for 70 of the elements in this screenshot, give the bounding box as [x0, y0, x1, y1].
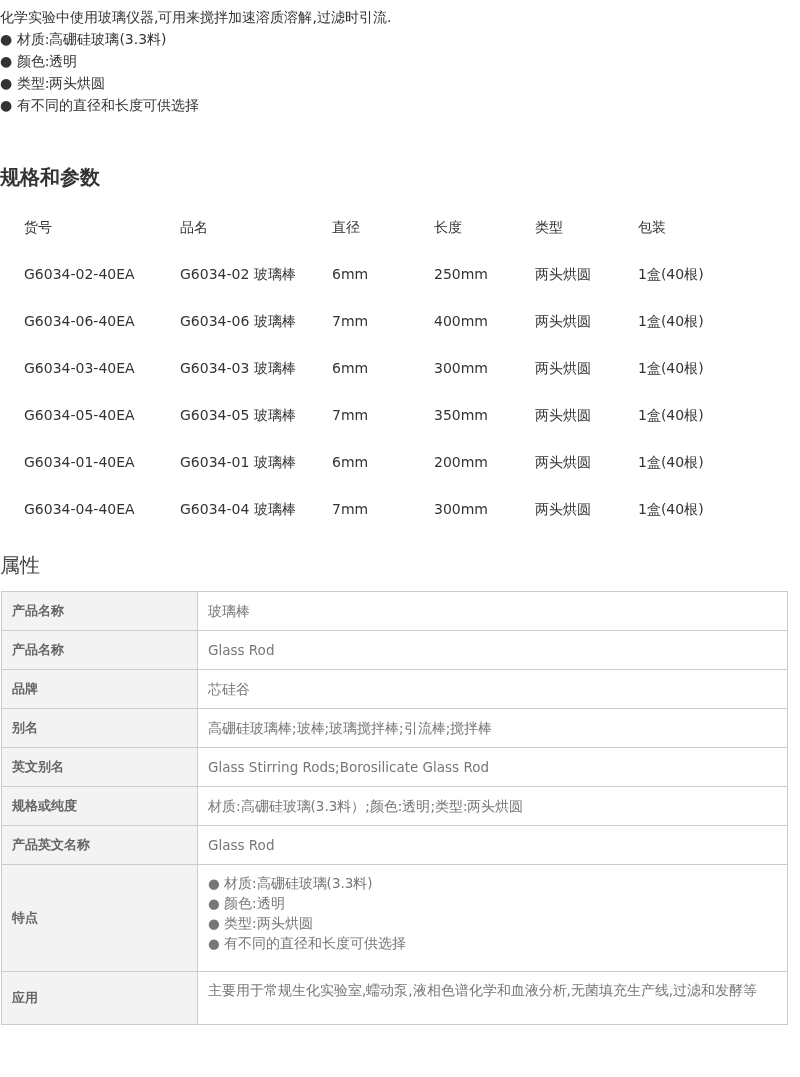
column-header: 直径	[332, 219, 360, 235]
row-label: 英文别名	[2, 748, 198, 787]
table-cell: 芯硅谷	[198, 670, 788, 709]
table-cell: G6034-01-40EA	[24, 454, 135, 470]
row-label: 品牌	[2, 670, 198, 709]
column-header: 包装	[638, 219, 666, 235]
table-cell: Glass Rod	[198, 826, 788, 865]
table-cell: 两头烘圆	[535, 360, 591, 376]
table-cell: 1盒(40根)	[638, 454, 704, 470]
table-cell: G6034-04-40EA	[24, 501, 135, 517]
table-cell: 300mm	[434, 360, 488, 376]
table-cell: G6034-02-40EA	[24, 266, 135, 282]
table-cell: 1盒(40根)	[638, 501, 704, 517]
column-header: 货号	[24, 219, 52, 235]
table-cell: 两头烘圆	[535, 313, 591, 329]
table-cell: G6034-02 玻璃棒	[180, 266, 296, 282]
table-cell: 300mm	[434, 501, 488, 517]
row-label: 产品名称	[2, 592, 198, 631]
table-cell: 7mm	[332, 313, 369, 329]
column-header: 长度	[434, 219, 462, 235]
column-header: 类型	[535, 219, 563, 235]
table-cell: 1盒(40根)	[638, 313, 704, 329]
row-label: 产品名称	[2, 631, 198, 670]
row-label: 规格或纯度	[2, 787, 198, 826]
table-cell: 两头烘圆	[535, 407, 591, 423]
feature-item: ● 有不同的直径和长度可供选择	[208, 934, 408, 953]
table-cell: 玻璃棒	[198, 592, 788, 631]
table-cell: G6034-03 玻璃棒	[180, 360, 296, 376]
table-cell: 材质:高硼硅玻璃(3.3料）;颜色:透明;类型:两头烘圆	[198, 787, 788, 826]
table-cell: 两头烘圆	[535, 501, 591, 517]
table-cell: G6034-06 玻璃棒	[180, 313, 296, 329]
section-heading: 规格和参数	[0, 164, 101, 191]
table-cell: G6034-06-40EA	[24, 313, 135, 329]
row-label: 别名	[2, 709, 198, 748]
table-cell: 高硼硅玻璃棒;玻棒;玻璃搅拌棒;引流棒;搅拌棒	[198, 709, 788, 748]
table-cell: Glass Stirring Rods;Borosilicate Glass Rod	[198, 748, 788, 787]
table-cell: G6034-03-40EA	[24, 360, 135, 376]
row-label: 特点	[2, 865, 198, 972]
bullet-item: ● 类型:两头烘圆	[0, 74, 107, 93]
table-cell: 7mm	[332, 407, 369, 423]
bullet-item: ● 材质:高硼硅玻璃(3.3料)	[0, 30, 168, 49]
table-cell: 6mm	[332, 454, 369, 470]
table-cell: 1盒(40根)	[638, 407, 704, 423]
table-cell: 7mm	[332, 501, 369, 517]
row-label: 产品英文名称	[2, 826, 198, 865]
table-cell: 250mm	[434, 266, 488, 282]
table-cell: G6034-04 玻璃棒	[180, 501, 296, 517]
section-heading: 属性	[0, 552, 41, 579]
column-header: 品名	[180, 219, 208, 235]
table-cell: 6mm	[332, 266, 369, 282]
table-cell: 350mm	[434, 407, 488, 423]
table-cell: 1盒(40根)	[638, 360, 704, 376]
row-label: 应用	[2, 972, 198, 1025]
feature-item: ● 类型:两头烘圆	[208, 914, 314, 933]
table-cell: 两头烘圆	[535, 454, 591, 470]
feature-item: ● 颜色:透明	[208, 894, 286, 913]
table-cell: G6034-01 玻璃棒	[180, 454, 296, 470]
table-cell: 6mm	[332, 360, 369, 376]
table-cell: 400mm	[434, 313, 488, 329]
table-cell: Glass Rod	[198, 631, 788, 670]
table-cell: G6034-05 玻璃棒	[180, 407, 296, 423]
intro-text: 化学实验中使用玻璃仪器,可用来搅拌加速溶质溶解,过滤时引流.	[0, 8, 393, 27]
table-cell: 两头烘圆	[535, 266, 591, 282]
table-cell: 1盒(40根)	[638, 266, 704, 282]
bullet-item: ● 有不同的直径和长度可供选择	[0, 96, 200, 115]
table-cell: 200mm	[434, 454, 488, 470]
bullet-item: ● 颜色:透明	[0, 52, 79, 71]
feature-item: ● 材质:高硼硅玻璃(3.3料)	[208, 874, 374, 893]
table-cell: G6034-05-40EA	[24, 407, 135, 423]
table-cell: 主要用于常规生化实验室,蠕动泵,液相色谱化学和血液分析,无菌填充生产线,过滤和发酵等	[198, 972, 788, 1025]
